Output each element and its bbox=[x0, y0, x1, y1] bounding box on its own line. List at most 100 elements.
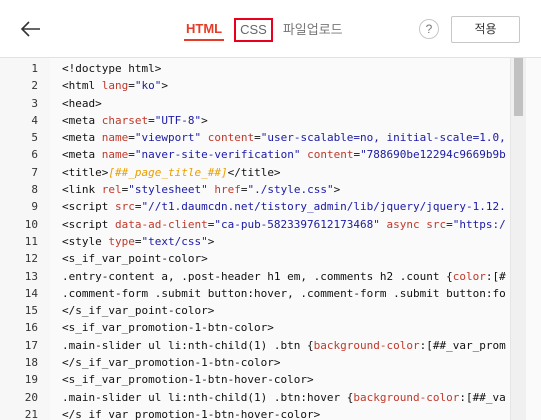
code-line: 17 .main-slider ul li:nth-child(1) .btn {… bbox=[0, 337, 510, 354]
line-number: 8 bbox=[31, 183, 38, 197]
code-token-attr: data-ad-client bbox=[114, 217, 208, 231]
code-token-plain: = bbox=[254, 131, 261, 145]
code-line: 18 </s_if_var_promotion-1-btn-color> bbox=[0, 354, 510, 371]
line-code: <script data-ad-client = "ca-pub-582339761… bbox=[62, 216, 510, 233]
code-token-plain: = bbox=[128, 79, 135, 93]
code-token-attr: name bbox=[101, 148, 129, 162]
help-button[interactable]: ? bbox=[419, 19, 439, 39]
code-lines: 1 <!doctype html> 2 <html lang="ko"> 3 <head>… bbox=[0, 60, 510, 420]
code-token-plain: = bbox=[446, 217, 453, 231]
line-code: .comment-form .submit button:hover, .com… bbox=[62, 285, 510, 302]
code-token-plain: <link bbox=[62, 183, 102, 197]
code-line: 5 <meta name="viewport" content="user-sca… bbox=[0, 129, 510, 146]
code-token-attr: content bbox=[307, 148, 354, 162]
code-editor[interactable]: 1 <!doctype html> 2 <html lang="ko"> 3 <head>… bbox=[0, 58, 541, 420]
code-token-attr: background-color bbox=[313, 338, 420, 352]
code-token-value: "UTF-8" bbox=[154, 113, 202, 127]
code-token-plain: <s_if_var_promotion-1-btn-color> bbox=[62, 321, 274, 335]
line-number: 4 bbox=[31, 113, 38, 127]
code-line: 3 <head> bbox=[0, 95, 510, 112]
code-line: 11 <style type="text/css"> bbox=[0, 233, 510, 250]
code-token-plain: > bbox=[333, 183, 341, 197]
code-token-value: "//t1.daumcdn.net/tistory_admin/lib/jque… bbox=[141, 200, 506, 214]
line-number: 11 bbox=[24, 234, 38, 248]
code-token-plain: <s_if_var_promotion-1-btn-hover-color> bbox=[62, 373, 314, 387]
line-code: <title>[##_page_title_##]</title> bbox=[62, 164, 510, 181]
vertical-scrollbar[interactable] bbox=[510, 58, 526, 420]
code-token-value: "user-scalable=no, initial-scale=1.0, bbox=[260, 131, 506, 145]
code-token-plain: </s_if_var_promotion-1-btn-color> bbox=[62, 356, 281, 370]
line-number: 6 bbox=[31, 148, 38, 162]
tab-css[interactable]: CSS bbox=[234, 18, 273, 42]
code-token-plain: <head> bbox=[62, 96, 102, 110]
line-code: .entry-content a, .post-header h1 em, .c… bbox=[62, 268, 510, 285]
code-token-plain: <meta bbox=[62, 148, 102, 162]
code-token-plain: <s_if_var_point-color> bbox=[62, 252, 208, 266]
code-token-value: "788690be12294c9669b9b bbox=[360, 148, 506, 162]
code-token-plain: .entry-content a, .post-header h1 em, .c… bbox=[62, 269, 453, 283]
code-line: 9 <script src="//t1.daumcdn.net/tistory_a… bbox=[0, 198, 510, 215]
code-token-plain: </s_if_var_point-color> bbox=[62, 304, 215, 318]
code-line: 14 .comment-form .submit button:hover, .c… bbox=[0, 285, 510, 302]
code-line: 15 </s_if_var_point-color> bbox=[0, 302, 510, 319]
code-token-value: "stylesheet" bbox=[128, 183, 208, 197]
code-token-plain: <html bbox=[62, 79, 102, 93]
code-line: 19 <s_if_var_promotion-1-btn-hover-color> bbox=[0, 371, 510, 388]
tab-html[interactable]: HTML bbox=[184, 19, 225, 41]
code-line: 10 <script data-ad-client = "ca-pub-5823397… bbox=[0, 216, 510, 233]
code-token-attr: charset bbox=[101, 113, 149, 127]
line-code: </s_if_var_promotion-1-btn-color> bbox=[62, 354, 510, 371]
code-token-value: "naver-site-verification" bbox=[134, 148, 301, 162]
code-token-attr: src bbox=[114, 200, 135, 214]
code-token-attr: src bbox=[426, 217, 447, 231]
code-line: 7 <title>[##_page_title_##]</title> bbox=[0, 164, 510, 181]
line-code: .main-slider ul li:nth-child(1) .btn:hov… bbox=[62, 389, 510, 406]
code-token-attr: async bbox=[386, 217, 420, 231]
line-code: <meta charset="UTF-8"> bbox=[62, 112, 510, 129]
scrollbar-thumb[interactable] bbox=[514, 58, 523, 116]
code-token-value: "text/css" bbox=[141, 234, 208, 248]
tab-file-upload[interactable]: 파일업로드 bbox=[277, 18, 349, 42]
line-number: 10 bbox=[24, 217, 38, 231]
line-number: 13 bbox=[24, 269, 38, 283]
apply-button[interactable]: 적용 bbox=[451, 16, 520, 43]
code-token-plain: .comment-form .submit button:hover, .com… bbox=[62, 286, 506, 300]
line-code: <s_if_var_promotion-1-btn-color> bbox=[62, 319, 510, 336]
line-code: <meta name="viewport" content="user-scal… bbox=[62, 129, 510, 146]
code-line: 6 <meta name="naver-site-verification" co… bbox=[0, 146, 510, 163]
code-token-var: [##_page_title_##] bbox=[108, 165, 228, 179]
line-code: <html lang="ko"> bbox=[62, 77, 510, 94]
code-token-attr: type bbox=[108, 234, 135, 248]
code-token-attr: content bbox=[207, 131, 255, 145]
code-token-plain: = bbox=[128, 131, 135, 145]
line-code: </s_if_var_promotion-1-btn-hover-color> bbox=[62, 406, 510, 420]
code-token-plain: = bbox=[148, 113, 155, 127]
back-button[interactable] bbox=[18, 16, 44, 42]
line-number: 3 bbox=[31, 96, 38, 110]
line-number: 15 bbox=[24, 304, 38, 318]
code-line: 13 .entry-content a, .post-header h1 em, … bbox=[0, 268, 510, 285]
code-token-value: "./style.css" bbox=[247, 183, 334, 197]
line-code: <style type="text/css"> bbox=[62, 233, 510, 250]
code-token-plain: > bbox=[161, 79, 168, 93]
line-number: 18 bbox=[24, 356, 38, 370]
line-number: 21 bbox=[24, 407, 38, 420]
code-line: 1 <!doctype html> bbox=[0, 60, 510, 77]
code-token-value: "ca-pub-5823397612173468" bbox=[214, 217, 380, 231]
code-token-plain: = bbox=[128, 148, 135, 162]
line-code: <!doctype html> bbox=[62, 60, 510, 77]
line-code: <script src="//t1.daumcdn.net/tistory_ad… bbox=[62, 198, 510, 215]
code-token-plain: .main-slider ul li:nth-child(1) .btn { bbox=[62, 338, 314, 352]
code-token-value: "viewport" bbox=[134, 131, 202, 145]
code-token-plain: <meta bbox=[62, 131, 102, 145]
code-token-attr: background-color bbox=[353, 390, 460, 404]
code-token-plain: <title> bbox=[62, 165, 109, 179]
code-token-plain: <style bbox=[62, 234, 109, 248]
code-token-plain: > bbox=[207, 234, 215, 248]
line-number: 7 bbox=[31, 165, 38, 179]
code-line: 8 <link rel="stylesheet" href="./style.cs… bbox=[0, 181, 510, 198]
code-token-plain: <meta bbox=[62, 113, 102, 127]
line-code: <link rel="stylesheet" href="./style.css… bbox=[62, 181, 510, 198]
